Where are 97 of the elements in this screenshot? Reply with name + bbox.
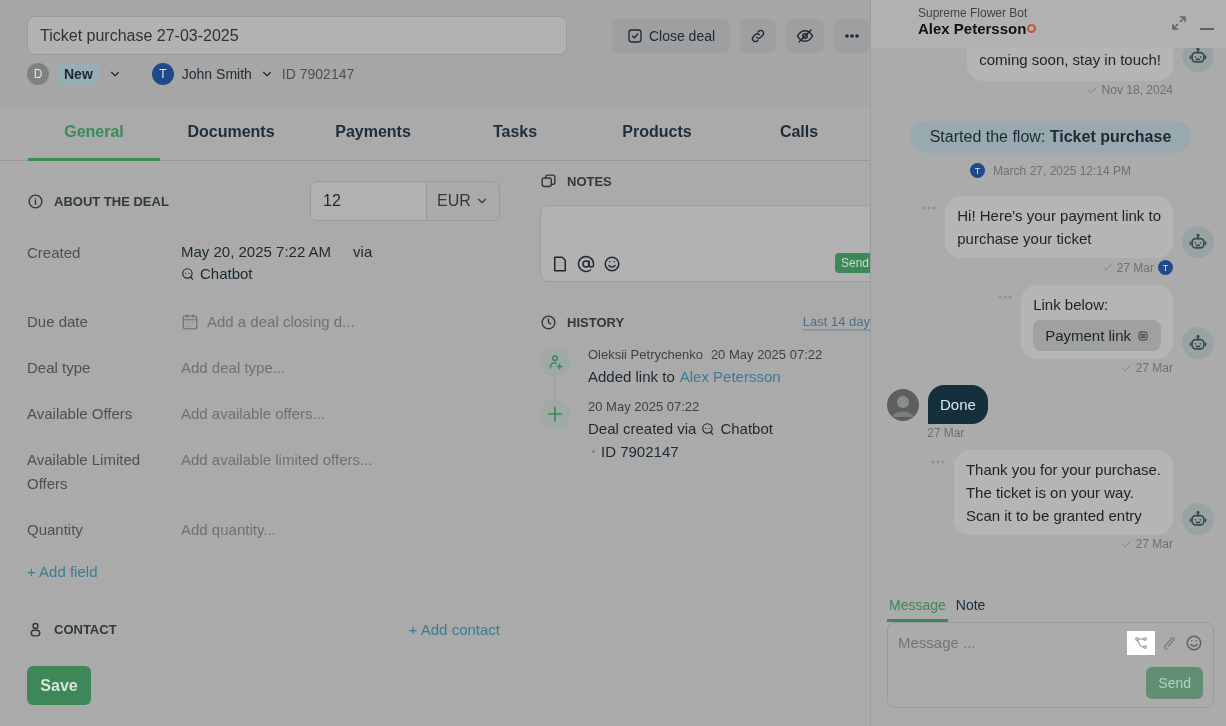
section-heading: HISTORY [567,315,625,330]
source-label: Chatbot [720,420,773,437]
close-deal-button[interactable]: Close deal [612,18,730,53]
tab[interactable]: General [28,106,160,161]
deal-title-field[interactable]: Ticket purchase 27-03-2025 [27,16,567,55]
text-field[interactable]: Add deal type... [181,356,286,380]
save-button[interactable]: Save [27,666,91,705]
contact-link[interactable]: Alex Petersson [679,368,781,385]
event-author: Oleksii Petrychenko [588,347,703,362]
message-field[interactable]: Message ... Send [887,622,1214,708]
section-heading: NOTES [567,174,612,189]
deal-id: ID 7902147 [601,443,679,460]
tab[interactable]: Products [586,106,728,161]
info-icon [27,192,44,210]
add-field-link[interactable]: + Add field [27,563,98,580]
tab[interactable]: Tasks [444,106,586,161]
message-time: Nov 18, 2024 [1101,83,1173,97]
tab[interactable]: Calls [728,106,870,161]
flow-time: March 27, 2025 12:14 PM [992,163,1132,178]
event-text: Deal created via [588,420,697,437]
tab[interactable]: Payments [302,106,444,161]
message-text: Done [940,395,976,415]
message-text: The ticket is on your way. [965,483,1135,503]
at-icon [577,255,595,273]
add-contact-link[interactable]: + Add contact [408,621,500,638]
list-icon [1137,329,1149,342]
field-label: Deal type [27,358,92,378]
message-text: Link below: [1033,295,1110,315]
text-field[interactable]: Add available offers... [181,402,325,426]
calendar-icon [181,313,199,331]
check-icon [1120,362,1132,374]
more-button[interactable] [834,18,870,53]
composer-tab[interactable]: Note [953,593,988,622]
message-time: 27 Mar [1116,260,1154,275]
send-button[interactable]: Send [834,253,870,273]
owner-avatar: T [151,63,174,85]
payment-link-chip[interactable]: Payment link [1033,320,1161,351]
send-button[interactable]: Send [1146,667,1203,699]
hide-button[interactable] [786,18,824,53]
check-icon [1101,262,1113,273]
message-text: Scan it to be granted entry [965,506,1143,526]
user-avatar: T [1158,260,1173,275]
file-icon [551,255,569,273]
expand-icon [1170,14,1188,32]
stage-avatar: D [27,63,49,85]
tab[interactable]: Documents [160,106,302,161]
clock-icon [540,314,557,331]
field-label: Available Offers [27,404,134,424]
field-label: Created [27,243,82,263]
user-avatar: T [969,163,985,178]
smile-icon [1185,634,1203,652]
link-icon [750,27,766,44]
robot-icon [1188,333,1208,353]
more-icon [845,33,859,38]
stage-badge[interactable]: New [57,63,100,85]
section-heading: ABOUT THE DEAL [54,193,169,209]
check-icon [1120,538,1132,550]
field-value: May 20, 2025 7:22 AM [181,242,332,262]
message-time: 27 Mar [1135,361,1173,375]
robot-icon [1188,232,1208,252]
robot-icon [1188,509,1208,529]
section-heading: CONTACT [54,622,117,637]
user-avatar [887,388,919,421]
chat-bubble-icon [701,421,716,436]
checkbox-icon [626,27,643,44]
robot-icon [1188,48,1208,66]
date-field[interactable]: Add a deal closing d... [207,310,355,334]
notes-icon [540,173,557,190]
via-text: via [353,242,373,262]
message-time: 27 Mar [1135,537,1173,551]
note-field[interactable]: Send [540,205,870,282]
text-field[interactable]: Add available limited offers... [181,448,373,472]
deal-id: ID 7902147 [281,66,355,82]
bot-name: Supreme Flower Bot [918,6,1029,20]
eye-off-icon [796,26,814,45]
link-button[interactable] [740,18,776,53]
message-text: coming soon, stay in touch! [979,50,1161,70]
text-field[interactable]: Add quantity... [181,518,276,542]
flow-icon [1133,635,1149,651]
message-time: 27 Mar [927,426,965,440]
event-time: 20 May 2025 07:22 [710,347,823,362]
check-icon [1086,84,1098,96]
flow-started-notice: Started the flow: Ticket purchase [909,121,1192,153]
source-label: Chatbot [200,264,253,284]
field-label: Available Limited Offers [27,450,142,494]
message-text: purchase your ticket [957,229,1093,249]
event-time: 20 May 2025 07:22 [588,399,700,414]
owner-name[interactable]: John Smith [181,66,252,82]
message-text: Thank you for your purchase. [965,460,1161,480]
flow-button[interactable] [1127,631,1155,655]
message-text: Hi! Here's your payment link to [957,206,1161,226]
smile-icon [603,255,621,273]
field-label: Quantity [27,520,84,540]
event-text: Added link to [588,368,675,385]
chat-bubble-icon [181,267,195,281]
field-label: Due date [27,312,89,332]
contact-name: Alex Petersson [918,20,1027,37]
